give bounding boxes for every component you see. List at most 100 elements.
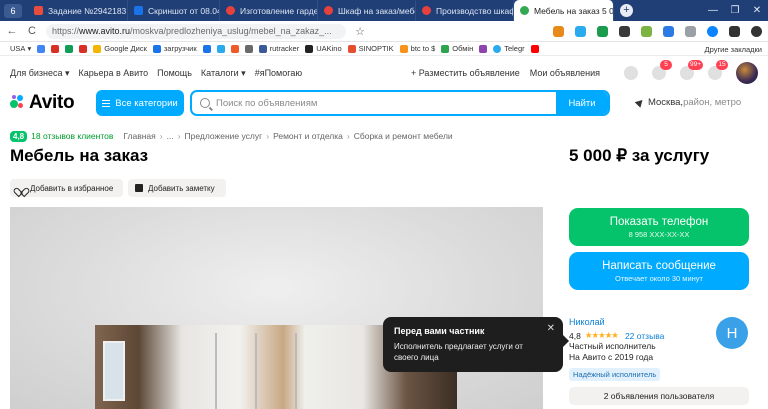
nav-ya-pomogayu[interactable]: #яПомогаю bbox=[255, 68, 302, 78]
extension-icon[interactable] bbox=[729, 25, 740, 37]
trusted-badge: Надёжный исполнитель bbox=[569, 368, 661, 381]
browser-tab-active[interactable]: Мебель на заказ 5 00 ✕ bbox=[514, 0, 614, 21]
close-window-icon[interactable]: ✕ bbox=[746, 5, 768, 16]
avito-logo[interactable]: Avito bbox=[10, 92, 75, 114]
nav-for-business[interactable]: Для бизнеса ▾ bbox=[10, 68, 70, 79]
close-icon[interactable]: ✕ bbox=[547, 323, 555, 334]
breadcrumb-home[interactable]: Главная bbox=[123, 131, 155, 141]
back-icon[interactable]: ← bbox=[4, 25, 20, 37]
bookmark-item[interactable]: UAKino bbox=[305, 44, 342, 53]
bookmark-item[interactable] bbox=[530, 44, 539, 53]
bookmark-item[interactable] bbox=[216, 44, 225, 53]
extension-icon[interactable] bbox=[751, 25, 762, 37]
add-to-favorites-button[interactable]: Добавить в избранное bbox=[10, 179, 123, 197]
browser-tab[interactable]: Задание №2942183 ✕ bbox=[28, 0, 128, 21]
bookmark-item[interactable]: Telegr bbox=[493, 44, 525, 53]
client-reviews-link[interactable]: 18 отзывов клиентов bbox=[31, 131, 113, 141]
messages-icon[interactable]: 99+ bbox=[680, 60, 704, 80]
bookmark-item[interactable]: SINOPTIK bbox=[347, 44, 394, 53]
extension-icon[interactable] bbox=[553, 25, 564, 37]
bookmark-folder[interactable]: USA ▾ bbox=[10, 44, 31, 53]
add-note-button[interactable]: Добавить заметку bbox=[128, 179, 226, 197]
nav-career[interactable]: Карьера в Авито bbox=[79, 68, 149, 78]
nav-label: Для бизнеса bbox=[10, 67, 63, 78]
tab-title: Скриншот от 08.04.2 bbox=[148, 5, 219, 16]
write-message-button[interactable]: Написать сообщение Отвечает около 30 мин… bbox=[569, 252, 749, 290]
search-submit-button[interactable]: Найти bbox=[556, 92, 608, 114]
bookmark-item[interactable]: загрузчик bbox=[152, 44, 197, 53]
bookmark-item[interactable] bbox=[51, 44, 60, 53]
tab-title: Изготовление гардер bbox=[240, 5, 318, 16]
bookmark-item[interactable]: Обмін bbox=[441, 44, 473, 53]
extension-icon[interactable] bbox=[663, 25, 674, 37]
page-title: Мебель на заказ bbox=[10, 146, 149, 165]
post-ad-link[interactable]: + Разместить объявление bbox=[411, 68, 520, 78]
bookmark-star-icon[interactable]: ☆ bbox=[352, 25, 368, 38]
other-bookmarks[interactable]: Другие закладки bbox=[705, 45, 762, 54]
extension-icon[interactable] bbox=[685, 25, 696, 37]
breadcrumb-repair[interactable]: Ремонт и отделка bbox=[273, 131, 343, 141]
bookmark-item[interactable] bbox=[244, 44, 253, 53]
seller-since: На Авито с 2019 года bbox=[569, 352, 654, 362]
favorites-heart-icon[interactable] bbox=[624, 66, 638, 80]
browser-tab[interactable]: Шкаф на заказ/мебел bbox=[318, 0, 416, 21]
tab-favicon bbox=[34, 6, 43, 15]
browser-tab[interactable]: Скриншот от 08.04.2 bbox=[128, 0, 220, 21]
bookmark-item[interactable] bbox=[479, 44, 488, 53]
extension-icon[interactable] bbox=[641, 25, 652, 37]
bookmark-item[interactable] bbox=[202, 44, 211, 53]
bookmark-item[interactable]: Google Диск bbox=[93, 44, 147, 53]
listing-photo[interactable] bbox=[10, 207, 543, 409]
browser-tab[interactable]: Производство шкафо bbox=[416, 0, 514, 21]
seller-type: Частный исполнитель bbox=[569, 341, 656, 351]
tab-actions-button[interactable]: 6 bbox=[4, 3, 22, 18]
masked-phone: 8 958 XXX-XX-XX bbox=[628, 229, 690, 239]
location-city: Москва, bbox=[648, 97, 684, 108]
location-selector[interactable]: Москва, район, метро bbox=[634, 97, 742, 108]
search-input[interactable] bbox=[216, 97, 556, 109]
maximize-icon[interactable]: ❐ bbox=[724, 5, 746, 16]
breadcrumb-furniture[interactable]: Сборка и ремонт мебели bbox=[354, 131, 453, 141]
bookmark-label: SINOPTIK bbox=[358, 44, 394, 53]
seller-reviews-link[interactable]: 22 отзыва bbox=[625, 331, 664, 341]
url-field[interactable]: https://www.avito.ru/moskva/predlozheniy… bbox=[46, 23, 346, 39]
header-actions: + Разместить объявление Мои объявления 5… bbox=[411, 60, 758, 84]
add-note-label: Добавить заметку bbox=[148, 183, 215, 193]
tooltip-body: Исполнитель предлагает услуги от своего … bbox=[394, 342, 523, 362]
bookmark-item[interactable] bbox=[79, 44, 88, 53]
nav-help[interactable]: Помощь bbox=[157, 68, 192, 78]
bookmark-label: Telegr bbox=[504, 44, 525, 53]
extension-icon[interactable] bbox=[575, 25, 586, 37]
breadcrumb: 4,8 18 отзывов клиентов Главная › ... › Пр… bbox=[10, 129, 453, 143]
show-phone-button[interactable]: Показать телефон 8 958 XXX-XX-XX bbox=[569, 208, 749, 246]
bookmark-item[interactable]: btc to $ bbox=[399, 44, 435, 53]
new-tab-button[interactable]: + bbox=[620, 4, 633, 17]
seller-name[interactable]: Николай bbox=[569, 317, 605, 327]
extension-icon[interactable] bbox=[597, 25, 608, 37]
user-avatar[interactable] bbox=[736, 62, 758, 84]
minimize-icon[interactable]: — bbox=[702, 5, 724, 16]
bookmark-item[interactable] bbox=[37, 44, 46, 53]
seller-avatar[interactable]: Н bbox=[716, 317, 748, 349]
address-bar-row: ← C https://www.avito.ru/moskva/predlozh… bbox=[0, 21, 768, 42]
extension-icon[interactable] bbox=[619, 25, 630, 37]
bookmark-item[interactable]: rutracker bbox=[258, 44, 299, 53]
bookmark-item[interactable] bbox=[230, 44, 239, 53]
breadcrumb-ellipsis[interactable]: ... bbox=[167, 131, 174, 141]
extension-icon[interactable] bbox=[707, 25, 718, 37]
user-ads-button[interactable]: 2 объявления пользователя bbox=[569, 387, 749, 405]
my-ads-link[interactable]: Мои объявления bbox=[530, 68, 600, 78]
location-hint: район, метро bbox=[683, 97, 742, 108]
url-domain: www.avito.ru bbox=[79, 26, 131, 36]
note-icon bbox=[135, 184, 143, 192]
reload-icon[interactable]: C bbox=[24, 25, 40, 37]
write-message-label: Написать сообщение bbox=[602, 259, 716, 272]
all-categories-button[interactable]: Все категории bbox=[96, 90, 184, 116]
cart-icon[interactable]: 15 bbox=[708, 60, 728, 80]
bookmark-item[interactable] bbox=[65, 44, 74, 53]
nav-catalogs[interactable]: Каталоги ▾ bbox=[201, 68, 246, 79]
all-categories-label: Все категории bbox=[115, 97, 178, 109]
browser-tab[interactable]: Изготовление гардер bbox=[220, 0, 318, 21]
notifications-bell-icon[interactable]: 5 bbox=[652, 60, 672, 80]
breadcrumb-services[interactable]: Предложение услуг bbox=[185, 131, 263, 141]
